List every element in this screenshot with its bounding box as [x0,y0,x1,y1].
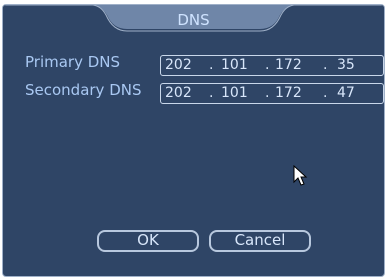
primary-dns-input[interactable]: 202 . 101 . 172 . 35 [160,55,384,76]
ip-separator-dot: . [209,85,214,101]
ip-separator-dot: . [265,57,270,73]
secondary-dns-octet-4[interactable]: 47 [337,85,355,101]
primary-dns-octet-3[interactable]: 172 [275,57,302,73]
ip-separator-dot: . [323,57,328,73]
secondary-dns-label: Secondary DNS [25,81,142,99]
secondary-dns-input[interactable]: 202 . 101 . 172 . 47 [160,83,384,104]
primary-dns-octet-4[interactable]: 35 [337,57,355,73]
ip-separator-dot: . [323,85,328,101]
dialog-title: DNS [177,11,210,29]
ok-button[interactable]: OK [97,230,199,252]
cancel-button[interactable]: Cancel [209,230,311,252]
secondary-dns-octet-1[interactable]: 202 [165,85,192,101]
primary-dns-octet-2[interactable]: 101 [221,57,248,73]
mouse-pointer-icon [293,165,308,186]
ip-separator-dot: . [209,57,214,73]
secondary-dns-octet-2[interactable]: 101 [221,85,248,101]
primary-dns-octet-1[interactable]: 202 [165,57,192,73]
dns-dialog: DNS Primary DNS 202 . 101 . 172 . 35 Sec… [2,4,385,277]
ip-separator-dot: . [265,85,270,101]
dialog-title-bar: DNS [3,5,384,37]
primary-dns-label: Primary DNS [25,53,121,71]
secondary-dns-octet-3[interactable]: 172 [275,85,302,101]
